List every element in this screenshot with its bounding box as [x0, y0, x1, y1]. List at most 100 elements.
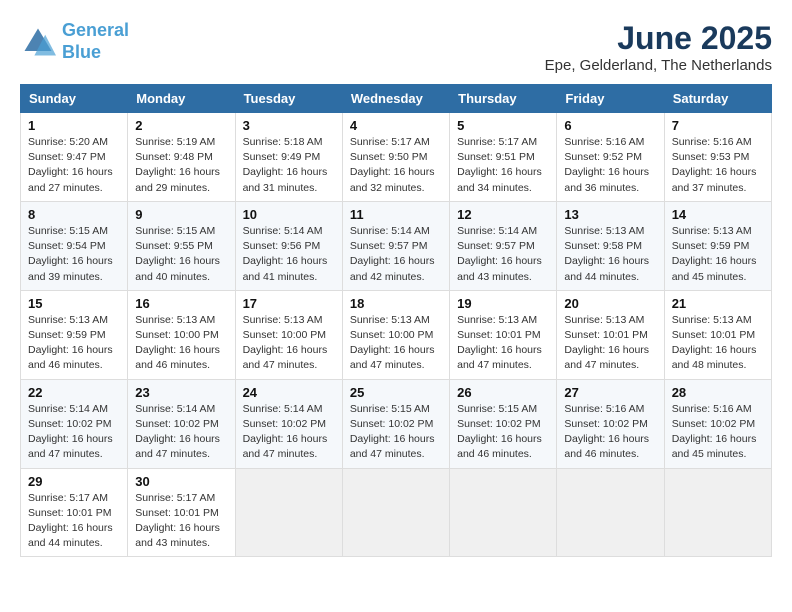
day-number: 27: [564, 385, 656, 400]
weekday-header-monday: Monday: [128, 85, 235, 113]
empty-day-cell: [557, 468, 664, 557]
calendar-day-cell: 18 Sunrise: 5:13 AM Sunset: 10:00 PM Dayl…: [342, 290, 449, 379]
day-info: Sunrise: 5:13 AM Sunset: 10:01 PM Daylig…: [457, 313, 549, 374]
weekday-header-wednesday: Wednesday: [342, 85, 449, 113]
day-number: 20: [564, 296, 656, 311]
day-number: 7: [672, 118, 764, 133]
calendar-day-cell: 24 Sunrise: 5:14 AM Sunset: 10:02 PM Dayl…: [235, 379, 342, 468]
empty-day-cell: [342, 468, 449, 557]
day-number: 9: [135, 207, 227, 222]
day-number: 24: [243, 385, 335, 400]
day-number: 12: [457, 207, 549, 222]
calendar-day-cell: 29 Sunrise: 5:17 AM Sunset: 10:01 PM Dayl…: [21, 468, 128, 557]
calendar-day-cell: 19Sunrise: 5:13 AM Sunset: 10:01 PM Dayl…: [450, 290, 557, 379]
day-number: 18: [350, 296, 442, 311]
calendar-day-cell: 23 Sunrise: 5:14 AM Sunset: 10:02 PM Dayl…: [128, 379, 235, 468]
day-info: Sunrise: 5:13 AM Sunset: 9:59 PM Dayligh…: [28, 313, 120, 374]
day-info: Sunrise: 5:13 AM Sunset: 10:01 PM Daylig…: [672, 313, 764, 374]
day-info: Sunrise: 5:14 AM Sunset: 10:02 PM Daylig…: [135, 402, 227, 463]
day-info: Sunrise: 5:17 AM Sunset: 9:51 PM Dayligh…: [457, 135, 549, 196]
calendar-week-row: 15Sunrise: 5:13 AM Sunset: 9:59 PM Dayli…: [21, 290, 772, 379]
calendar-day-cell: 14Sunrise: 5:13 AM Sunset: 9:59 PM Dayli…: [664, 201, 771, 290]
day-info: Sunrise: 5:14 AM Sunset: 9:56 PM Dayligh…: [243, 224, 335, 285]
day-number: 6: [564, 118, 656, 133]
day-number: 4: [350, 118, 442, 133]
calendar-week-row: 8 Sunrise: 5:15 AM Sunset: 9:54 PM Daylig…: [21, 201, 772, 290]
day-number: 30: [135, 474, 227, 489]
day-info: Sunrise: 5:20 AM Sunset: 9:47 PM Dayligh…: [28, 135, 120, 196]
day-info: Sunrise: 5:14 AM Sunset: 10:02 PM Daylig…: [28, 402, 120, 463]
weekday-header-thursday: Thursday: [450, 85, 557, 113]
calendar-day-cell: 9 Sunrise: 5:15 AM Sunset: 9:55 PM Daylig…: [128, 201, 235, 290]
day-info: Sunrise: 5:18 AM Sunset: 9:49 PM Dayligh…: [243, 135, 335, 196]
calendar-day-cell: 28 Sunrise: 5:16 AM Sunset: 10:02 PM Dayl…: [664, 379, 771, 468]
empty-day-cell: [664, 468, 771, 557]
calendar-day-cell: 20 Sunrise: 5:13 AM Sunset: 10:01 PM Dayl…: [557, 290, 664, 379]
day-number: 2: [135, 118, 227, 133]
day-number: 11: [350, 207, 442, 222]
calendar-day-cell: 27 Sunrise: 5:16 AM Sunset: 10:02 PM Dayl…: [557, 379, 664, 468]
calendar-day-cell: 7Sunrise: 5:16 AM Sunset: 9:53 PM Daylig…: [664, 113, 771, 202]
day-number: 10: [243, 207, 335, 222]
calendar-day-cell: 5Sunrise: 5:17 AM Sunset: 9:51 PM Daylig…: [450, 113, 557, 202]
day-number: 1: [28, 118, 120, 133]
calendar-week-row: 29 Sunrise: 5:17 AM Sunset: 10:01 PM Dayl…: [21, 468, 772, 557]
day-number: 22: [28, 385, 120, 400]
day-info: Sunrise: 5:16 AM Sunset: 9:52 PM Dayligh…: [564, 135, 656, 196]
day-info: Sunrise: 5:13 AM Sunset: 10:01 PM Daylig…: [564, 313, 656, 374]
day-number: 8: [28, 207, 120, 222]
calendar-day-cell: 11 Sunrise: 5:14 AM Sunset: 9:57 PM Dayli…: [342, 201, 449, 290]
day-number: 28: [672, 385, 764, 400]
calendar-week-row: 22 Sunrise: 5:14 AM Sunset: 10:02 PM Dayl…: [21, 379, 772, 468]
day-number: 17: [243, 296, 335, 311]
day-info: Sunrise: 5:17 AM Sunset: 10:01 PM Daylig…: [135, 491, 227, 552]
logo-icon: [20, 24, 56, 60]
empty-day-cell: [235, 468, 342, 557]
day-info: Sunrise: 5:15 AM Sunset: 9:55 PM Dayligh…: [135, 224, 227, 285]
day-info: Sunrise: 5:14 AM Sunset: 10:02 PM Daylig…: [243, 402, 335, 463]
day-info: Sunrise: 5:16 AM Sunset: 10:02 PM Daylig…: [672, 402, 764, 463]
calendar-day-cell: 2 Sunrise: 5:19 AM Sunset: 9:48 PM Daylig…: [128, 113, 235, 202]
day-info: Sunrise: 5:14 AM Sunset: 9:57 PM Dayligh…: [457, 224, 549, 285]
weekday-header-sunday: Sunday: [21, 85, 128, 113]
day-info: Sunrise: 5:15 AM Sunset: 9:54 PM Dayligh…: [28, 224, 120, 285]
calendar-day-cell: 15Sunrise: 5:13 AM Sunset: 9:59 PM Dayli…: [21, 290, 128, 379]
day-number: 13: [564, 207, 656, 222]
day-info: Sunrise: 5:15 AM Sunset: 10:02 PM Daylig…: [350, 402, 442, 463]
weekday-header-tuesday: Tuesday: [235, 85, 342, 113]
calendar-day-cell: 6 Sunrise: 5:16 AM Sunset: 9:52 PM Daylig…: [557, 113, 664, 202]
calendar-day-cell: 21Sunrise: 5:13 AM Sunset: 10:01 PM Dayl…: [664, 290, 771, 379]
title-block: June 2025 Epe, Gelderland, The Netherlan…: [545, 20, 772, 74]
calendar-day-cell: 13Sunrise: 5:13 AM Sunset: 9:58 PM Dayli…: [557, 201, 664, 290]
calendar-day-cell: 12 Sunrise: 5:14 AM Sunset: 9:57 PM Dayli…: [450, 201, 557, 290]
logo-text: General Blue: [62, 20, 129, 63]
day-info: Sunrise: 5:13 AM Sunset: 10:00 PM Daylig…: [135, 313, 227, 374]
logo: General Blue: [20, 20, 129, 63]
day-info: Sunrise: 5:13 AM Sunset: 10:00 PM Daylig…: [243, 313, 335, 374]
calendar-week-row: 1 Sunrise: 5:20 AM Sunset: 9:47 PM Daylig…: [21, 113, 772, 202]
day-info: Sunrise: 5:14 AM Sunset: 9:57 PM Dayligh…: [350, 224, 442, 285]
day-number: 16: [135, 296, 227, 311]
weekday-header-saturday: Saturday: [664, 85, 771, 113]
day-number: 3: [243, 118, 335, 133]
calendar-subtitle: Epe, Gelderland, The Netherlands: [545, 57, 772, 74]
calendar-day-cell: 25Sunrise: 5:15 AM Sunset: 10:02 PM Dayl…: [342, 379, 449, 468]
day-number: 29: [28, 474, 120, 489]
calendar-table: SundayMondayTuesdayWednesdayThursdayFrid…: [20, 84, 772, 557]
calendar-day-cell: 17 Sunrise: 5:13 AM Sunset: 10:00 PM Dayl…: [235, 290, 342, 379]
empty-day-cell: [450, 468, 557, 557]
day-number: 23: [135, 385, 227, 400]
calendar-day-cell: 3 Sunrise: 5:18 AM Sunset: 9:49 PM Daylig…: [235, 113, 342, 202]
calendar-day-cell: 26 Sunrise: 5:15 AM Sunset: 10:02 PM Dayl…: [450, 379, 557, 468]
day-info: Sunrise: 5:16 AM Sunset: 10:02 PM Daylig…: [564, 402, 656, 463]
weekday-header-friday: Friday: [557, 85, 664, 113]
page-header: General Blue June 2025 Epe, Gelderland, …: [20, 20, 772, 74]
day-info: Sunrise: 5:19 AM Sunset: 9:48 PM Dayligh…: [135, 135, 227, 196]
day-info: Sunrise: 5:13 AM Sunset: 10:00 PM Daylig…: [350, 313, 442, 374]
day-info: Sunrise: 5:15 AM Sunset: 10:02 PM Daylig…: [457, 402, 549, 463]
calendar-day-cell: 22 Sunrise: 5:14 AM Sunset: 10:02 PM Dayl…: [21, 379, 128, 468]
calendar-day-cell: 4Sunrise: 5:17 AM Sunset: 9:50 PM Daylig…: [342, 113, 449, 202]
calendar-title: June 2025: [545, 20, 772, 57]
day-number: 26: [457, 385, 549, 400]
day-info: Sunrise: 5:17 AM Sunset: 10:01 PM Daylig…: [28, 491, 120, 552]
